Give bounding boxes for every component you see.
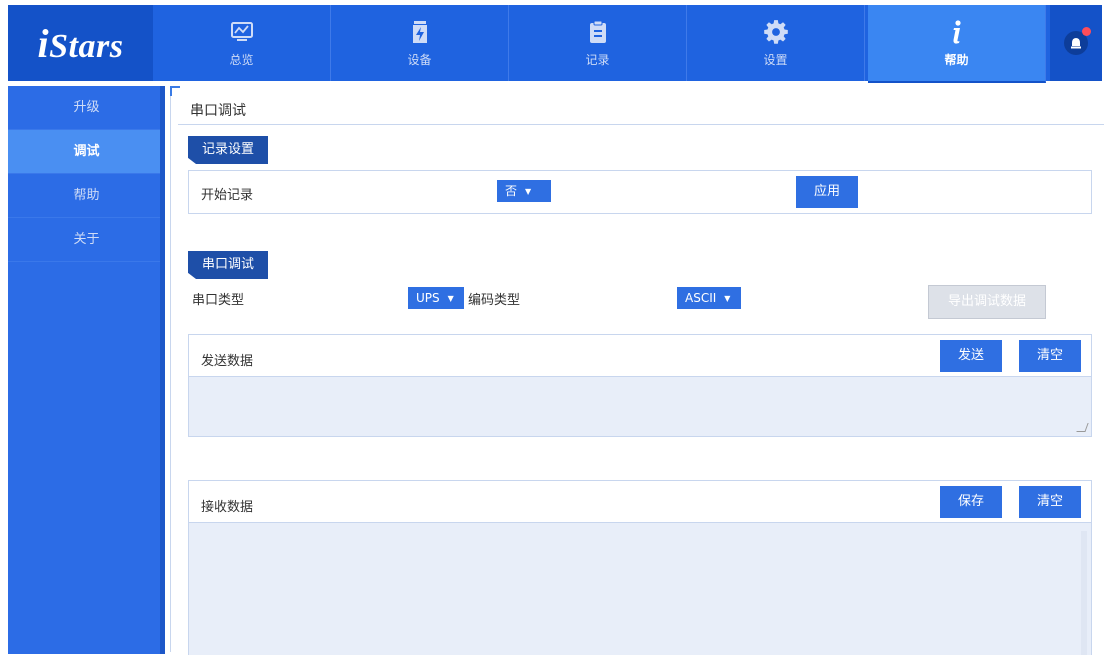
section-tag-serial-debug: 串口调试	[188, 251, 269, 279]
page-title: 串口调试	[190, 103, 246, 119]
send-data-panel: 发送数据 发送 清空	[188, 334, 1092, 437]
alarm-indicator-dot	[1082, 27, 1091, 36]
nav-tab-device[interactable]: 设备	[331, 5, 509, 81]
nav-tab-help[interactable]: 帮助	[868, 5, 1046, 83]
receive-data-title: 接收数据	[201, 500, 254, 515]
monitor-chart-icon	[229, 19, 255, 45]
send-data-header: 发送数据 发送 清空	[189, 335, 1091, 377]
receive-data-header: 接收数据 保存 清空	[189, 481, 1091, 523]
receive-data-panel: 接收数据 保存 清空	[188, 480, 1092, 655]
alarm-bell-icon	[1064, 27, 1091, 55]
export-debug-data-button[interactable]: 导出调试数据	[928, 285, 1046, 319]
clear-send-button[interactable]: 清空	[1019, 340, 1081, 372]
dropdown-caret-icon: ▼	[724, 293, 731, 303]
start-record-select[interactable]: 否 ▼	[497, 180, 551, 202]
title-divider	[178, 124, 1104, 125]
apply-button[interactable]: 应用	[796, 176, 858, 208]
battery-bolt-icon	[407, 19, 433, 45]
receive-data-textarea[interactable]	[189, 523, 1091, 655]
sidebar: 升级 调试 帮助 关于	[8, 86, 165, 654]
main-content: 串口调试 记录设置 开始记录 否 ▼ 应用 串口调试 串口类型 UPS ▼ 编码类型…	[170, 86, 1104, 655]
sidebar-item-debug[interactable]: 调试	[8, 130, 165, 174]
port-type-value: UPS	[416, 291, 440, 305]
nav-tab-label: 设置	[763, 52, 788, 67]
istars-logo[interactable]: iStars	[8, 5, 153, 81]
dropdown-caret-icon: ▼	[447, 293, 454, 303]
encoding-type-select[interactable]: ASCII ▼	[677, 287, 741, 309]
nav-tab-label: 设备	[407, 52, 432, 67]
gear-icon	[763, 19, 789, 45]
clipboard-icon	[585, 19, 611, 45]
logo-i: i	[37, 20, 50, 66]
dropdown-caret-icon: ▼	[525, 186, 532, 196]
port-type-label: 串口类型	[192, 293, 245, 308]
alarm-button[interactable]	[1050, 5, 1102, 81]
encoding-type-label: 编码类型	[468, 293, 521, 308]
nav-tab-records[interactable]: 记录	[509, 5, 687, 81]
send-data-textarea[interactable]	[189, 377, 1091, 436]
sidebar-item-upgrade[interactable]: 升级	[8, 86, 165, 130]
section-tag-record-settings: 记录设置	[188, 136, 269, 164]
port-type-select[interactable]: UPS ▼	[408, 287, 464, 309]
clear-receive-button[interactable]: 清空	[1019, 486, 1081, 518]
send-button[interactable]: 发送	[940, 340, 1002, 372]
nav-tab-label: 记录	[585, 52, 610, 67]
resize-handle-icon[interactable]	[1076, 423, 1089, 432]
nav-tab-overview[interactable]: 总览	[153, 5, 331, 81]
send-data-title: 发送数据	[201, 354, 254, 369]
sidebar-edge	[160, 86, 165, 654]
record-settings-box: 开始记录 否 ▼ 应用	[188, 170, 1092, 214]
sidebar-item-help[interactable]: 帮助	[8, 174, 165, 218]
start-record-label: 开始记录	[201, 188, 254, 203]
save-button[interactable]: 保存	[940, 486, 1002, 518]
start-record-value: 否	[505, 184, 518, 198]
sidebar-item-about[interactable]: 关于	[8, 218, 165, 262]
nav-tab-label: 帮助	[944, 52, 969, 67]
vertical-scrollbar[interactable]	[1081, 531, 1087, 655]
logo-text: Stars	[49, 27, 124, 65]
encoding-type-value: ASCII	[685, 291, 717, 305]
nav-tab-settings[interactable]: 设置	[687, 5, 865, 81]
frame-corner	[170, 86, 180, 96]
info-icon	[944, 19, 970, 45]
top-nav-bar: iStars 总览 设备 记录 设置 帮助	[8, 5, 1102, 83]
nav-tab-label: 总览	[229, 52, 254, 67]
